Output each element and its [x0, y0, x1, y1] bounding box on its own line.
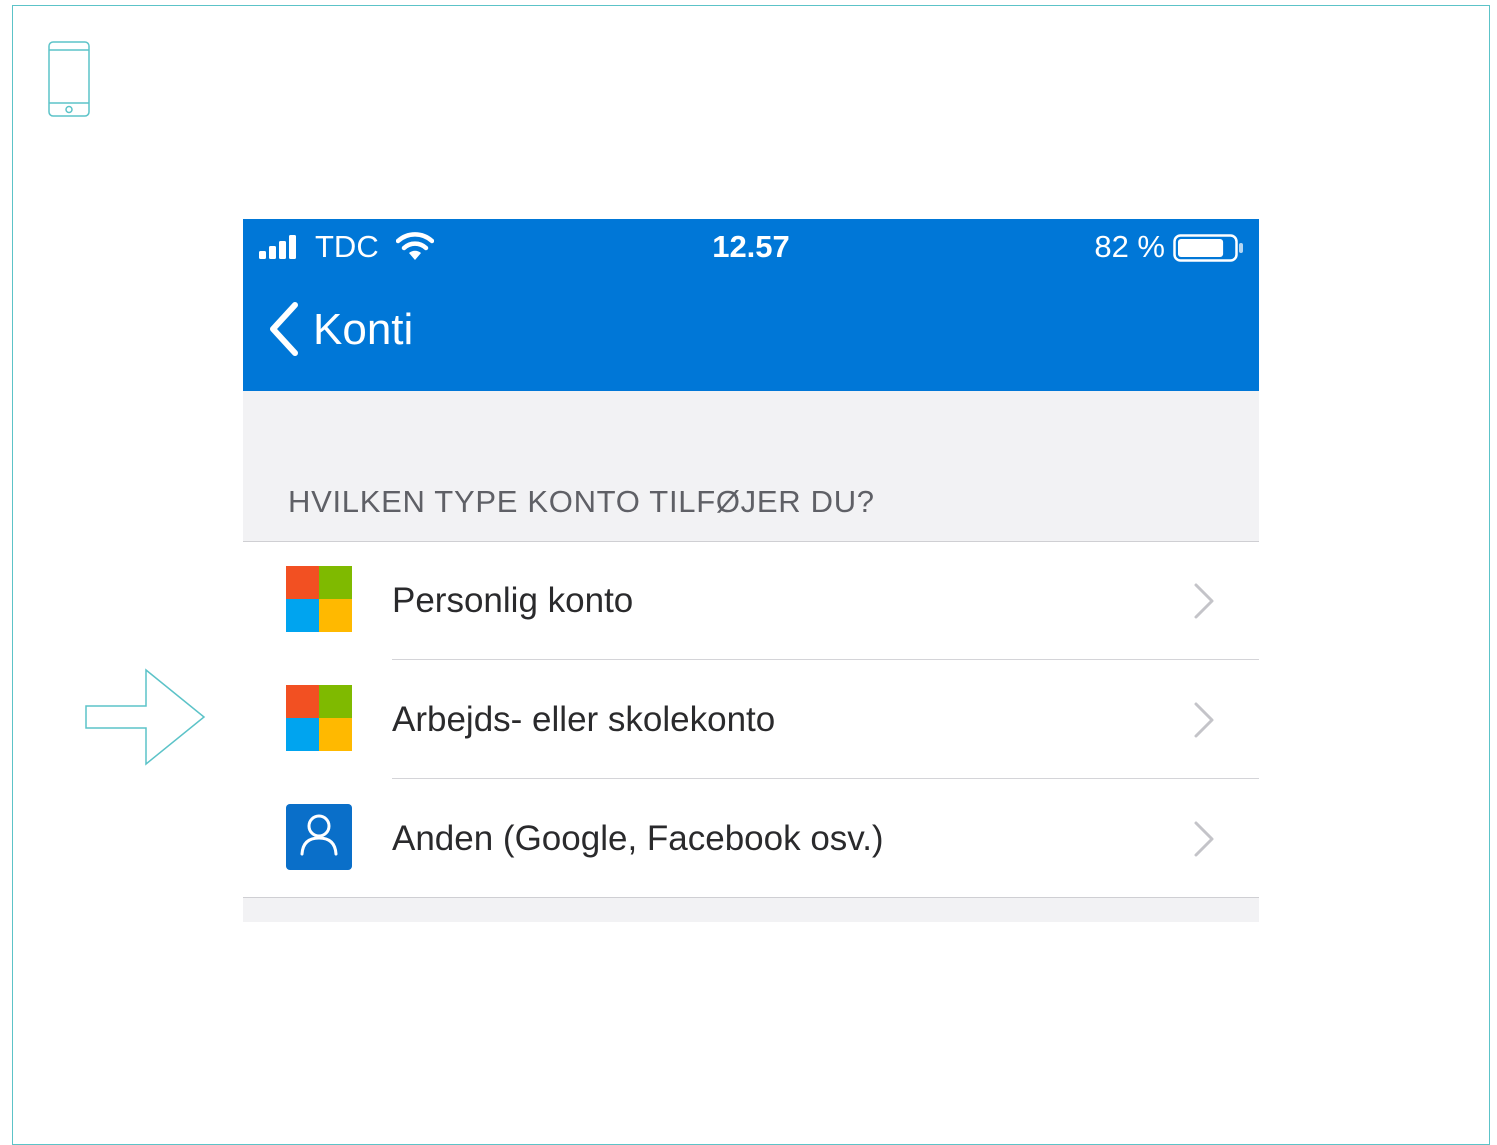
user-icon: [286, 804, 352, 870]
account-type-list: Personlig konto Arbejds- eller skolekont…: [243, 541, 1259, 898]
phone-screen: TDC 12.57 82 % Konti HVILKEN TYPE KONTO …: [243, 219, 1259, 922]
microsoft-logo-icon: [286, 685, 352, 751]
option-label: Personlig konto: [392, 581, 634, 620]
arrow-right-icon: [85, 668, 206, 766]
chevron-left-icon: [270, 302, 298, 356]
row-divider: [392, 777, 1259, 779]
back-button[interactable]: Konti: [243, 291, 643, 356]
battery-percentage: 82 %: [1094, 229, 1165, 264]
app-header: TDC 12.57 82 % Konti: [243, 219, 1259, 391]
option-label: Anden (Google, Facebook osv.): [392, 819, 884, 858]
chevron-right-icon: [1194, 821, 1214, 857]
smartphone-icon: [48, 41, 90, 117]
option-work-school-account[interactable]: Arbejds- eller skolekonto: [243, 661, 1259, 779]
section-header: HVILKEN TYPE KONTO TILFØJER DU?: [288, 484, 875, 519]
row-divider: [392, 658, 1259, 660]
back-button-label: Konti: [313, 305, 414, 354]
battery-icon: [1173, 234, 1243, 262]
status-bar: TDC 12.57 82 %: [243, 219, 1259, 275]
option-other-account[interactable]: Anden (Google, Facebook osv.): [243, 780, 1259, 898]
microsoft-logo-icon: [286, 566, 352, 632]
option-label: Arbejds- eller skolekonto: [392, 700, 776, 739]
chevron-right-icon: [1194, 583, 1214, 619]
option-personal-account[interactable]: Personlig konto: [243, 542, 1259, 660]
chevron-right-icon: [1194, 702, 1214, 738]
